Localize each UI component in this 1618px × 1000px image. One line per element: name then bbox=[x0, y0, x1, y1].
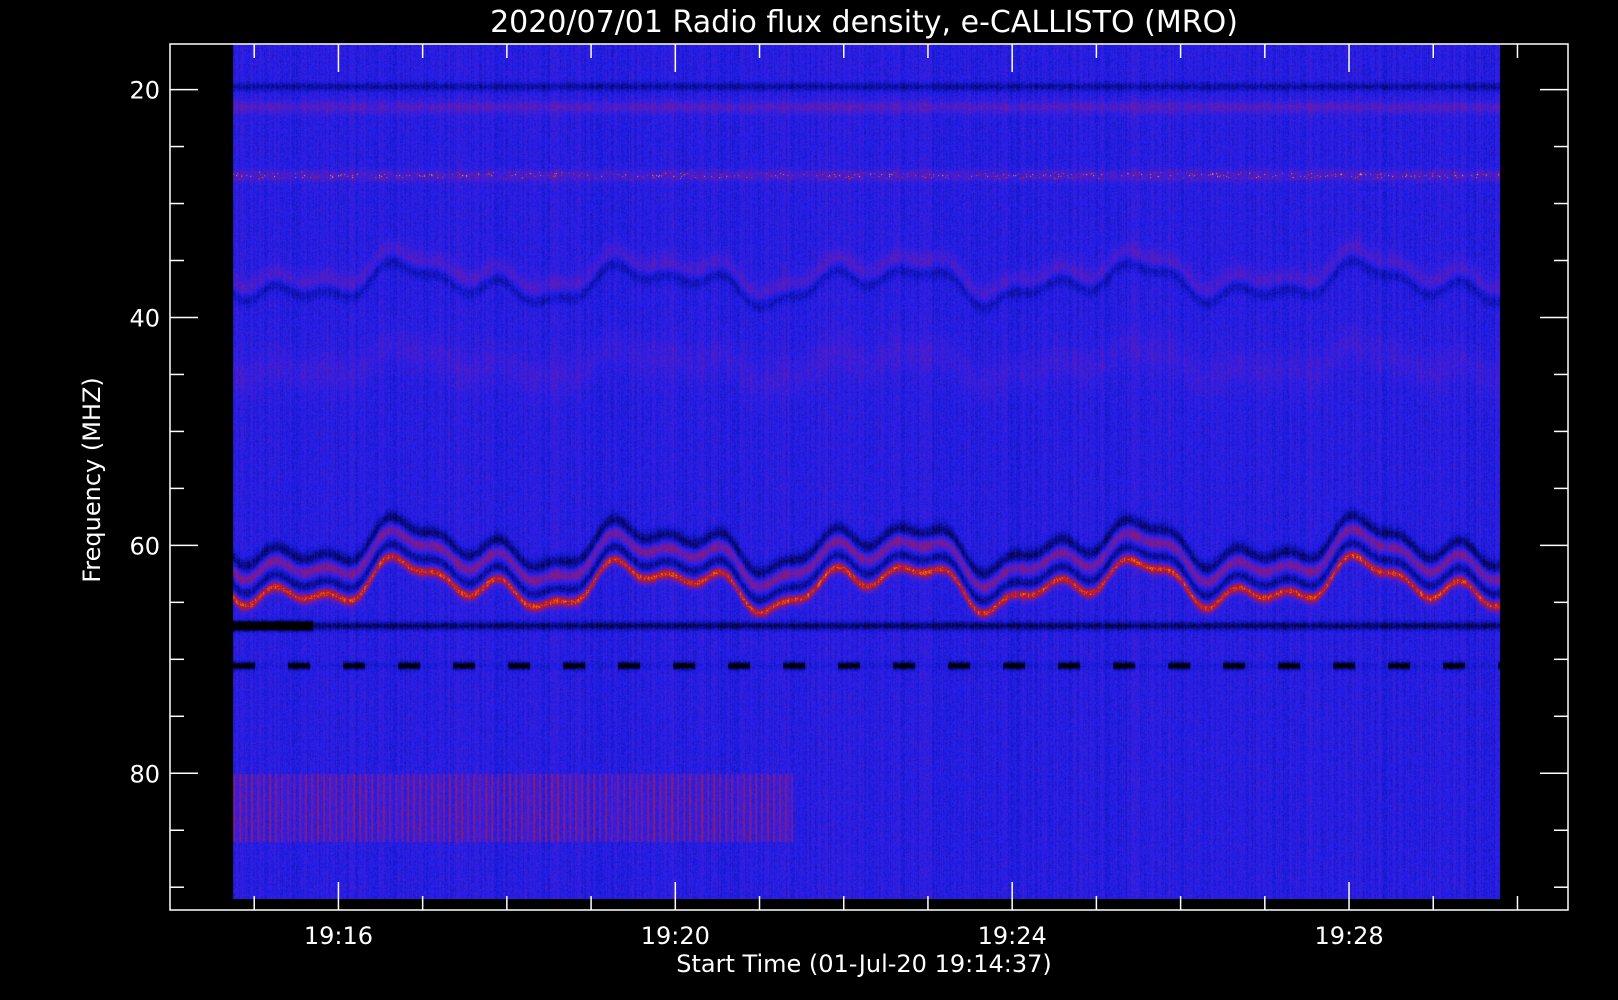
x-tick-label: 19:24 bbox=[978, 922, 1047, 950]
spectrogram-figure: 2020/07/01 Radio flux density, e-CALLIST… bbox=[0, 0, 1618, 1000]
x-axis-label: Start Time (01-Jul-20 19:14:37) bbox=[676, 950, 1051, 978]
x-tick-label: 19:28 bbox=[1314, 922, 1383, 950]
x-tick-label: 19:16 bbox=[304, 922, 373, 950]
spectrogram-image bbox=[233, 44, 1501, 899]
spectrogram-raster bbox=[233, 44, 1501, 899]
y-tick-label: 40 bbox=[129, 304, 160, 332]
x-tick-label: 19:20 bbox=[641, 922, 710, 950]
chart-title: 2020/07/01 Radio flux density, e-CALLIST… bbox=[490, 5, 1238, 40]
y-axis-label: Frequency (MHZ) bbox=[78, 377, 106, 583]
y-tick-label: 80 bbox=[129, 760, 160, 788]
y-tick-label: 60 bbox=[129, 532, 160, 560]
y-tick-label: 20 bbox=[129, 77, 160, 105]
